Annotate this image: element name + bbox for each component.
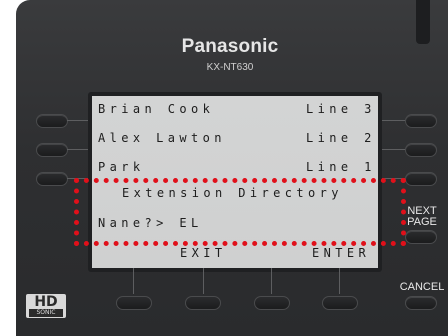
lcd-row-3-line[interactable]: Line 1	[306, 160, 376, 174]
bottom-softkey-2-line	[203, 268, 204, 294]
left-softkey-1[interactable]	[36, 114, 68, 128]
right-softkey-3[interactable]	[405, 172, 437, 186]
lcd-row-2-name[interactable]: Alex Lawton	[98, 131, 226, 145]
left-softkey-3[interactable]	[36, 172, 68, 186]
right-softkey-2[interactable]	[405, 143, 437, 157]
next-page-button[interactable]	[405, 230, 437, 244]
cancel-label: CANCEL	[399, 281, 445, 293]
next-page-label-line2: PAGE	[407, 216, 437, 228]
highlight-box	[74, 178, 406, 246]
right-softkey-2-line	[382, 149, 405, 150]
hd-logo-subtext: SONIC	[29, 309, 63, 317]
lcd-row-1-name[interactable]: Brian Cook	[98, 102, 214, 116]
bottom-softkey-2[interactable]	[185, 296, 221, 310]
lcd-row-1-line[interactable]: Line 3	[306, 102, 376, 116]
brand-logo: Panasonic	[181, 36, 279, 57]
lcd-row-3-name[interactable]: Park	[98, 160, 145, 174]
left-softkey-1-line	[67, 120, 88, 121]
antenna	[416, 0, 430, 44]
cancel-button[interactable]	[405, 296, 437, 310]
softkey-enter-label[interactable]: ENTER	[312, 246, 370, 260]
bottom-softkey-3-line	[271, 268, 272, 294]
next-page-label: NEXT PAGE	[404, 206, 440, 228]
right-softkey-1-line	[382, 120, 405, 121]
softkey-exit-label[interactable]: EXIT	[180, 246, 227, 260]
left-softkey-2-line	[67, 149, 88, 150]
bottom-softkey-3[interactable]	[254, 296, 290, 310]
bottom-softkey-1-line	[133, 268, 134, 294]
bottom-softkey-4[interactable]	[322, 296, 358, 310]
hd-sonic-logo: HD SONIC	[26, 294, 66, 318]
hd-logo-text: HD	[34, 294, 58, 310]
lcd-row-2-line[interactable]: Line 2	[306, 131, 376, 145]
model-label: KX-NT630	[206, 62, 254, 73]
left-softkey-2[interactable]	[36, 143, 68, 157]
right-softkey-1[interactable]	[405, 114, 437, 128]
bottom-softkey-1[interactable]	[116, 296, 152, 310]
bottom-softkey-4-line	[339, 268, 340, 294]
